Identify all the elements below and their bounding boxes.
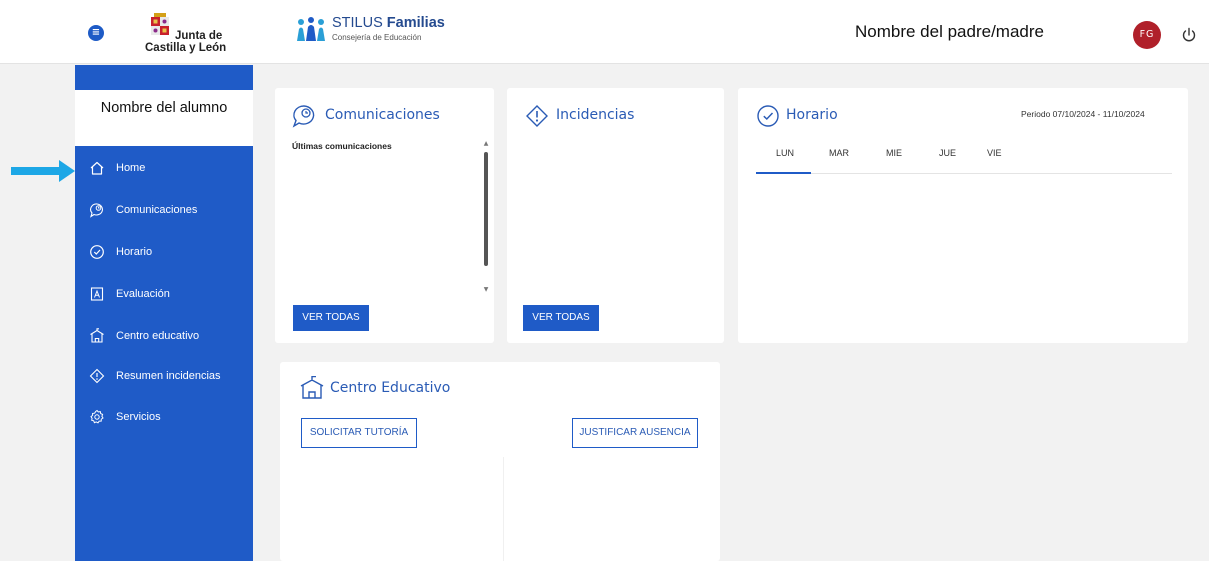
tab-mie[interactable]: MIE bbox=[886, 148, 902, 158]
sidebar-item-label: Centro educativo bbox=[116, 330, 200, 342]
tab-lun[interactable]: LUN bbox=[776, 148, 794, 158]
card-title: Horario bbox=[786, 107, 838, 123]
sidebar-item-home[interactable]: Home bbox=[75, 155, 253, 183]
junta-castilla-leon-logo: Junta de Castilla y León bbox=[145, 10, 241, 56]
clock-icon bbox=[757, 105, 779, 127]
centro-educativo-card: Centro Educativo SOLICITAR TUTORÍA JUSTI… bbox=[280, 362, 720, 561]
sidebar-item-resumen-incidencias[interactable]: Resumen incidencias bbox=[75, 363, 253, 391]
sidebar-item-label: Resumen incidencias bbox=[116, 370, 221, 382]
sidebar-item-label: Evaluación bbox=[116, 288, 170, 300]
solicitar-tutoria-button[interactable]: SOLICITAR TUTORÍA bbox=[301, 418, 417, 448]
parent-name[interactable]: Nombre del padre/madre bbox=[855, 22, 1044, 42]
scrollbar[interactable]: ▲ ▼ bbox=[482, 138, 490, 298]
sidebar-item-label: Comunicaciones bbox=[116, 204, 198, 216]
sidebar-item-servicios[interactable]: Servicios bbox=[75, 404, 253, 432]
stilus-familias-logo: STILUS Familias Consejería de Educación bbox=[296, 15, 466, 49]
app-name: STILUS Familias bbox=[332, 15, 445, 31]
chat-clock-icon bbox=[90, 203, 103, 218]
student-name: Nombre del alumno bbox=[100, 100, 228, 116]
evaluation-icon bbox=[90, 287, 104, 301]
tab-jue[interactable]: JUE bbox=[939, 148, 956, 158]
sidebar-item-horario[interactable]: Horario bbox=[75, 239, 253, 267]
pointer-arrow-icon bbox=[11, 160, 75, 182]
tab-vie[interactable]: VIE bbox=[987, 148, 1002, 158]
warning-diamond-icon bbox=[89, 368, 105, 384]
avatar[interactable]: FG bbox=[1133, 21, 1161, 49]
card-title: Comunicaciones bbox=[325, 107, 440, 123]
logo-text-line1: Junta de bbox=[175, 30, 223, 42]
column-divider bbox=[503, 457, 504, 561]
warning-diamond-icon bbox=[526, 105, 548, 127]
sidebar-item-comunicaciones[interactable]: Comunicaciones bbox=[75, 197, 253, 225]
sidebar-item-centro-educativo[interactable]: Centro educativo bbox=[75, 323, 253, 351]
ver-todas-incidencias-button[interactable]: VER TODAS bbox=[523, 305, 599, 331]
card-subtitle: Últimas comunicaciones bbox=[292, 141, 392, 151]
card-title: Centro Educativo bbox=[330, 380, 451, 396]
sidebar-item-label: Home bbox=[116, 162, 146, 174]
incidencias-card: Incidencias VER TODAS bbox=[507, 88, 724, 343]
scroll-up-icon[interactable]: ▲ bbox=[482, 140, 490, 148]
scroll-thumb[interactable] bbox=[484, 152, 488, 266]
home-icon bbox=[90, 161, 104, 175]
period-label: Periodo 07/10/2024 - 11/10/2024 bbox=[1021, 109, 1145, 119]
clock-icon bbox=[90, 245, 104, 259]
hamburger-icon[interactable]: ≡ bbox=[88, 25, 104, 41]
sidebar-item-label: Servicios bbox=[116, 411, 161, 423]
tab-mar[interactable]: MAR bbox=[829, 148, 849, 158]
sidebar: Nombre del alumno Home Comunicaciones Ho… bbox=[75, 65, 253, 561]
gear-icon bbox=[90, 409, 104, 424]
scroll-down-icon[interactable]: ▼ bbox=[482, 286, 490, 294]
app-subtitle: Consejería de Educación bbox=[332, 33, 422, 42]
coat-of-arms-icon bbox=[151, 13, 169, 35]
top-bar: ≡ Junta de Castilla y León STILUS Famili… bbox=[0, 0, 1209, 64]
logo-text-line2: Castilla y León bbox=[145, 42, 227, 54]
school-icon bbox=[90, 328, 104, 343]
student-name-panel: Nombre del alumno bbox=[75, 90, 253, 146]
horario-card: Horario Periodo 07/10/2024 - 11/10/2024 … bbox=[738, 88, 1188, 343]
sidebar-item-evaluacion[interactable]: Evaluación bbox=[75, 281, 253, 309]
sidebar-item-label: Horario bbox=[116, 246, 153, 258]
power-icon[interactable] bbox=[1180, 26, 1198, 44]
ver-todas-comunicaciones-button[interactable]: VER TODAS bbox=[293, 305, 369, 331]
day-tabs: LUN MAR MIE JUE VIE bbox=[756, 142, 1172, 174]
chat-clock-icon bbox=[292, 105, 315, 128]
justificar-ausencia-button[interactable]: JUSTIFICAR AUSENCIA bbox=[572, 418, 698, 448]
card-title: Incidencias bbox=[556, 107, 635, 123]
family-icon bbox=[297, 17, 325, 41]
selected-tab-indicator bbox=[756, 172, 811, 174]
school-icon bbox=[300, 376, 324, 399]
comunicaciones-card: Comunicaciones Últimas comunicaciones ▲ … bbox=[275, 88, 494, 343]
